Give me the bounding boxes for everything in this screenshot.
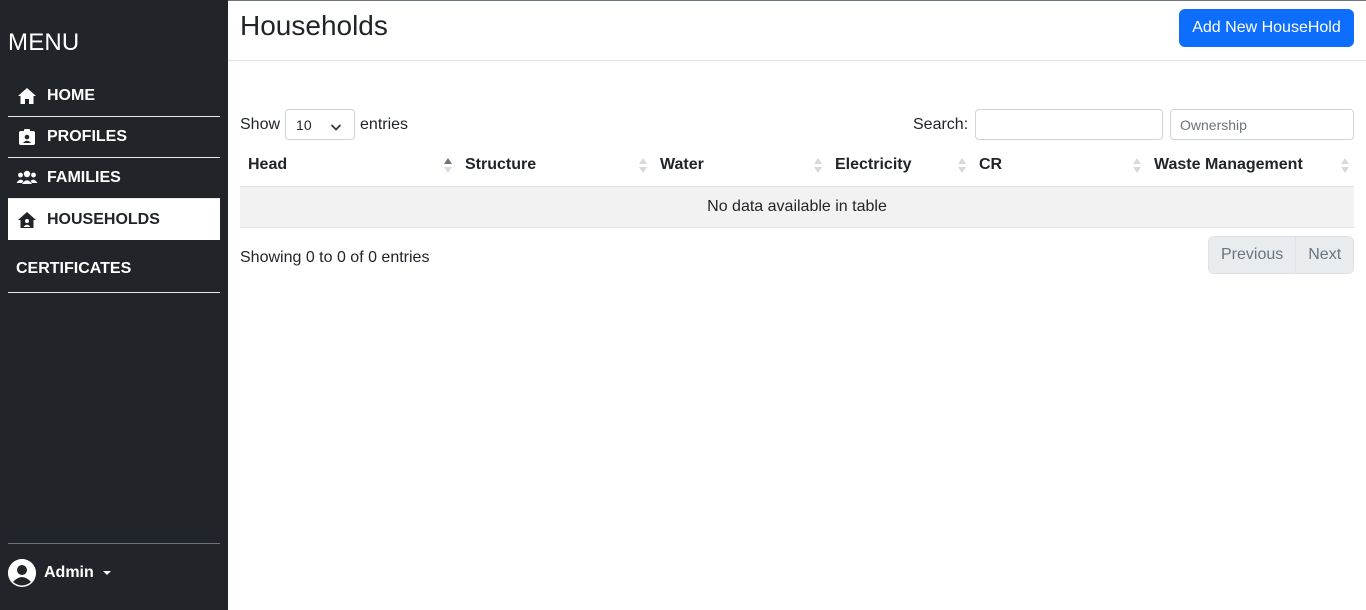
column-header-structure[interactable]: Structure: [457, 145, 652, 187]
column-header-label: Water: [660, 156, 704, 174]
sidebar-item-label: FAMILIES: [47, 169, 121, 186]
sidebar-item-label: HOUSEHOLDS: [47, 210, 160, 228]
empty-table-message: No data available in table: [240, 186, 1354, 228]
sort-ascending-icon: [444, 158, 452, 174]
sidebar-item-profiles[interactable]: PROFILES: [8, 117, 220, 158]
search-input[interactable]: [975, 109, 1164, 140]
sidebar-divider: [8, 543, 220, 544]
previous-page-button[interactable]: Previous: [1209, 237, 1297, 273]
column-header-water[interactable]: Water: [652, 145, 827, 187]
entries-length-select[interactable]: 10: [285, 109, 356, 140]
entries-label: entries: [360, 115, 409, 133]
households-table: Head Structure Water Electricity CR Wast…: [240, 145, 1354, 228]
chevron-down-icon: [330, 119, 342, 135]
column-header-label: Structure: [465, 156, 537, 174]
table-header-row: Head Structure Water Electricity CR Wast…: [240, 145, 1354, 187]
sidebar-nav: HOME PROFILES FAMILIES HOUSEHOLDS CERTIF…: [8, 76, 220, 293]
sidebar-item-families[interactable]: FAMILIES: [8, 158, 220, 199]
entries-length-value: 10: [296, 116, 312, 133]
column-header-label: Waste Management: [1154, 156, 1303, 174]
home-icon: [16, 87, 38, 105]
table-row: No data available in table: [240, 186, 1354, 228]
sidebar-item-label: HOME: [47, 87, 95, 104]
users-icon: [16, 169, 38, 187]
next-page-button[interactable]: Next: [1296, 237, 1354, 273]
column-header-label: Electricity: [835, 156, 912, 174]
sort-icon: [1341, 158, 1349, 174]
table-info: Showing 0 to 0 of 0 entries: [240, 249, 430, 266]
column-header-electricity[interactable]: Electricity: [827, 145, 971, 187]
house-user-icon: [16, 211, 38, 229]
ownership-filter-input[interactable]: [1170, 109, 1354, 140]
column-header-head[interactable]: Head: [240, 145, 457, 187]
search-control: Search:: [913, 109, 1164, 140]
page-title: Households: [240, 10, 388, 41]
search-label: Search:: [913, 115, 969, 133]
show-label: Show: [240, 115, 281, 133]
sort-icon: [1133, 158, 1141, 174]
sidebar-item-certificates[interactable]: CERTIFICATES: [8, 240, 220, 293]
sidebar-item-label: CERTIFICATES: [16, 259, 132, 277]
column-header-label: CR: [979, 156, 1003, 174]
header-divider: [228, 60, 1366, 61]
sidebar-item-home[interactable]: HOME: [8, 76, 220, 117]
main-content: Households Add New HouseHold Show 10 ent…: [228, 0, 1366, 610]
column-header-label: Head: [248, 156, 288, 174]
user-menu[interactable]: Admin: [8, 559, 111, 587]
sort-icon: [814, 158, 822, 174]
sidebar-item-label: PROFILES: [47, 128, 128, 145]
top-border: [228, 0, 1366, 1]
add-household-button[interactable]: Add New HouseHold: [1179, 9, 1354, 47]
user-name: Admin: [44, 564, 94, 581]
sort-icon: [958, 158, 966, 174]
entries-length-control: Show 10 entries: [240, 109, 408, 140]
sort-icon: [639, 158, 647, 174]
sidebar-item-households[interactable]: HOUSEHOLDS: [8, 199, 220, 240]
user-circle-icon: [8, 559, 36, 587]
app-root: MENU HOME PROFILES FAMILIES HOUSEHOLDS C…: [0, 0, 1366, 610]
pagination: Previous Next: [1208, 236, 1355, 274]
caret-down-icon: [102, 571, 111, 575]
column-header-waste-management[interactable]: Waste Management: [1146, 145, 1354, 187]
menu-title: MENU: [8, 29, 80, 56]
id-badge-icon: [16, 128, 38, 146]
sidebar: MENU HOME PROFILES FAMILIES HOUSEHOLDS C…: [0, 0, 228, 610]
column-header-cr[interactable]: CR: [971, 145, 1146, 187]
